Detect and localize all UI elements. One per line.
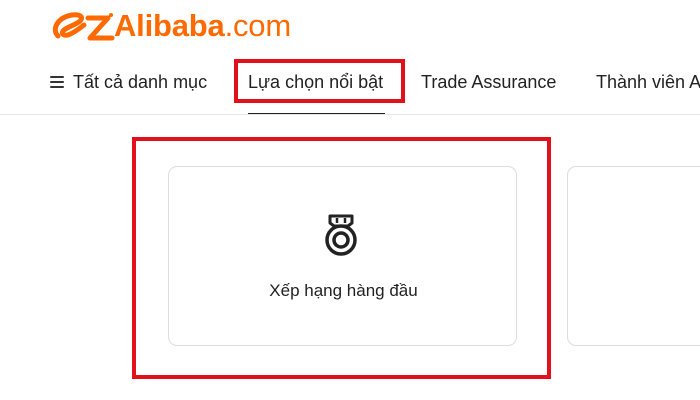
nav-all-categories[interactable]: Tất cả danh mục (50, 56, 207, 108)
alibaba-logo-icon (52, 12, 115, 41)
alibaba-logo[interactable]: Alibaba.com (50, 4, 291, 48)
menu-icon (50, 76, 64, 88)
nav-all-categories-label: Tất cả danh mục (73, 71, 208, 92)
logo-wordmark: Alibaba.com (114, 8, 291, 44)
next-card-partial[interactable] (567, 166, 700, 346)
nav-trade-assurance-label: Trade Assurance (421, 71, 557, 92)
nav-membership-label: Thành viên A (596, 71, 700, 92)
logo-name: Alibaba (114, 8, 225, 43)
page: Alibaba.com Tất cả danh mục Lựa chọn nổi… (0, 0, 700, 400)
nav-trade-assurance[interactable]: Trade Assurance (421, 56, 556, 108)
highlight-box-nav (234, 59, 405, 103)
nav-membership[interactable]: Thành viên A (596, 56, 700, 108)
highlight-box-card (132, 137, 551, 379)
logo-suffix: .com (224, 8, 292, 43)
nav-divider (0, 114, 700, 115)
